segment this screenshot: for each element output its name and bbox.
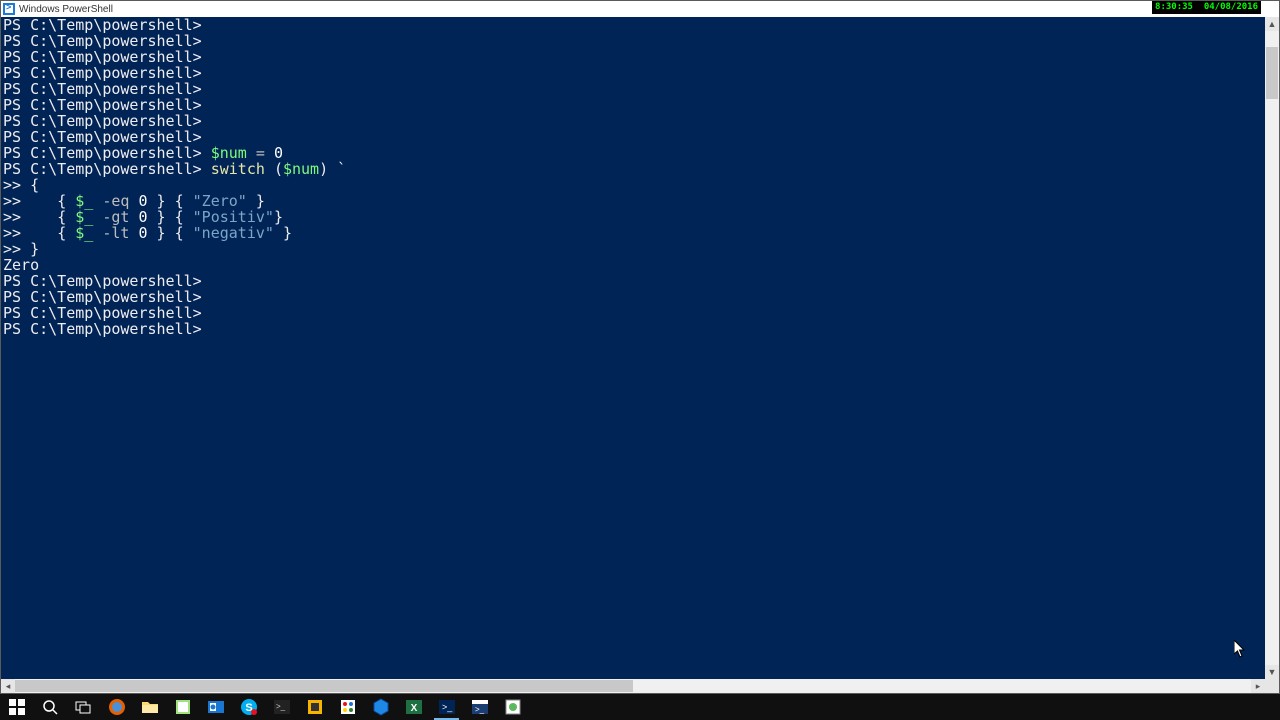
app-icon: [306, 698, 324, 716]
search-icon: [41, 698, 59, 716]
terminal-area: PS C:\Temp\powershell>PS C:\Temp\powersh…: [1, 17, 1279, 679]
taskbar-virtualbox[interactable]: [364, 694, 397, 720]
paint-icon: [339, 698, 357, 716]
camtasia-icon: [504, 698, 522, 716]
virtualbox-icon: [372, 698, 390, 716]
horizontal-scroll-thumb[interactable]: [15, 680, 633, 692]
outlook-icon: [207, 698, 225, 716]
taskbar-app-yellow[interactable]: [298, 694, 331, 720]
scrollbar-corner: [1265, 679, 1279, 693]
powershell-ise-icon: >_: [471, 698, 489, 716]
taskview-icon: [74, 698, 92, 716]
scroll-right-button[interactable]: ▸: [1251, 679, 1265, 693]
taskbar[interactable]: S >_ X >_ >_: [0, 694, 1280, 720]
taskbar-cmd[interactable]: >_: [265, 694, 298, 720]
svg-text:>_: >_: [442, 702, 453, 712]
notepadpp-icon: [174, 698, 192, 716]
svg-text:X: X: [410, 703, 417, 714]
taskbar-firefox[interactable]: [100, 694, 133, 720]
powershell-icon: [3, 3, 15, 15]
taskbar-powershell[interactable]: >_: [430, 694, 463, 720]
horizontal-scrollbar[interactable]: ◂ ▸: [1, 679, 1279, 693]
clock-overlay: 8:30:35 04/08/2016: [1152, 1, 1261, 14]
svg-text:>_: >_: [475, 705, 485, 714]
taskbar-file-explorer[interactable]: [133, 694, 166, 720]
scroll-up-button[interactable]: ▲: [1265, 17, 1279, 31]
taskbar-skype[interactable]: S: [232, 694, 265, 720]
search-button[interactable]: [33, 694, 66, 720]
firefox-icon: [108, 698, 126, 716]
taskbar-notepadpp[interactable]: [166, 694, 199, 720]
taskbar-camtasia[interactable]: [496, 694, 529, 720]
taskbar-paint[interactable]: [331, 694, 364, 720]
titlebar[interactable]: Windows PowerShell 8:30:35 04/08/2016: [1, 1, 1279, 17]
powershell-window: Windows PowerShell 8:30:35 04/08/2016 PS…: [0, 0, 1280, 694]
cmd-icon: >_: [273, 698, 291, 716]
folder-icon: [141, 698, 159, 716]
powershell-taskbar-icon: >_: [438, 698, 456, 716]
taskbar-outlook[interactable]: [199, 694, 232, 720]
taskbar-excel[interactable]: X: [397, 694, 430, 720]
svg-text:>_: >_: [276, 702, 286, 711]
scroll-left-button[interactable]: ◂: [1, 679, 15, 693]
taskview-button[interactable]: [66, 694, 99, 720]
start-button[interactable]: [0, 694, 33, 720]
windows-icon: [8, 698, 26, 716]
scroll-down-button[interactable]: ▼: [1265, 665, 1279, 679]
terminal[interactable]: PS C:\Temp\powershell>PS C:\Temp\powersh…: [1, 17, 1265, 679]
excel-icon: X: [405, 698, 423, 716]
vertical-scrollbar[interactable]: ▲ ▼: [1265, 17, 1279, 679]
window-title: Windows PowerShell: [19, 4, 113, 15]
vertical-scroll-thumb[interactable]: [1266, 47, 1278, 99]
taskbar-powershell-ise[interactable]: >_: [463, 694, 496, 720]
skype-icon: S: [240, 698, 258, 716]
